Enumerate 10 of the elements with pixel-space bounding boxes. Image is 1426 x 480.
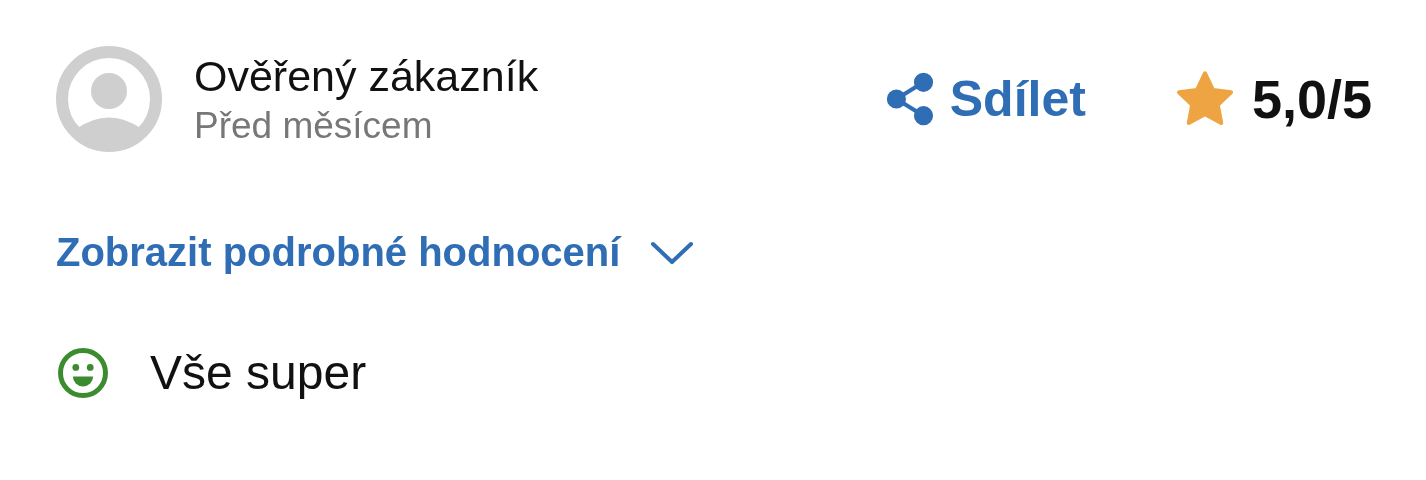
avatar-icon <box>56 46 162 152</box>
review-point: Vše super <box>150 345 367 400</box>
author-name: Ověřený zákazník <box>194 51 539 101</box>
review-date: Před měsícem <box>194 104 434 147</box>
chevron-icon <box>650 239 695 266</box>
smiley-icon <box>56 345 110 400</box>
detailed-rating-toggle[interactable]: Zobrazit podrobné hodnocení <box>56 230 695 275</box>
share-icon <box>885 71 936 127</box>
share-button[interactable]: Sdílet <box>885 70 1086 128</box>
rating-score: 5,0/5 <box>1251 68 1372 130</box>
